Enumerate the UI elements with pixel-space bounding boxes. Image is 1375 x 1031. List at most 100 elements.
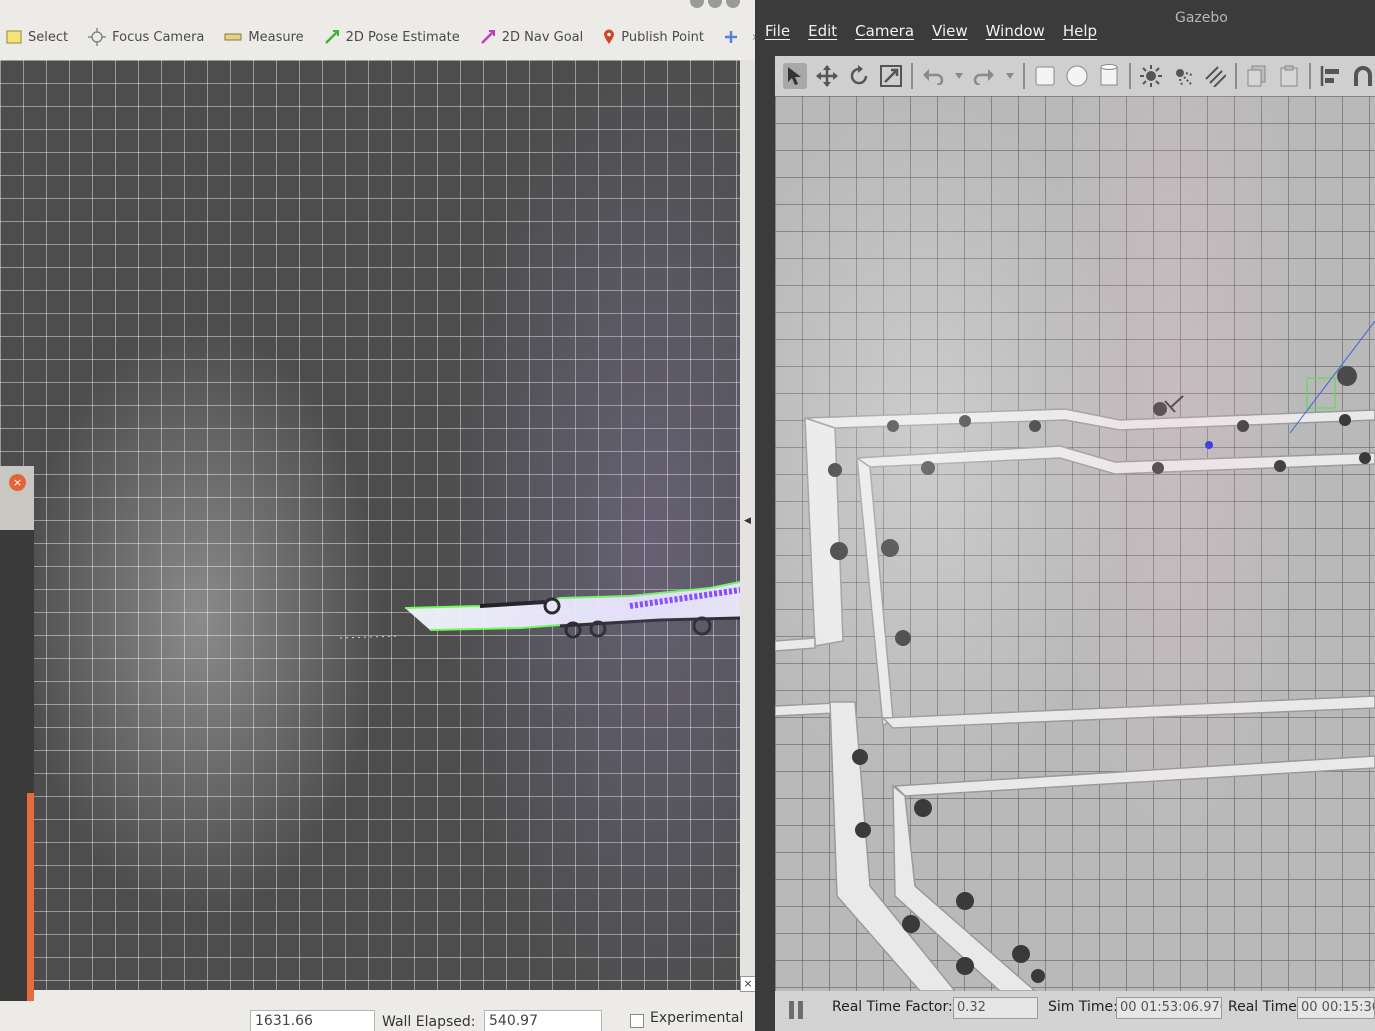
maze-world <box>775 320 1375 991</box>
tool-focus-camera[interactable]: Focus Camera <box>88 28 204 46</box>
green-arrow-icon <box>324 30 339 44</box>
rviz-window: Select Focus Camera Measure 2D Pose Esti… <box>0 0 760 1031</box>
desktop-screen: Select Focus Camera Measure 2D Pose Esti… <box>0 0 1375 1031</box>
focus-camera-icon <box>88 28 107 46</box>
rviz-toolbar: Select Focus Camera Measure 2D Pose Esti… <box>0 14 760 60</box>
menu-file[interactable]: File <box>765 22 790 40</box>
rotate-icon <box>850 65 868 85</box>
cursor-icon <box>788 67 802 85</box>
window-title: Gazebo <box>1175 10 1228 26</box>
background-window-accent <box>27 793 34 1001</box>
redo-button[interactable] <box>972 63 996 89</box>
gazebo-toolbar <box>775 56 1375 96</box>
directional-light-button[interactable] <box>1203 63 1227 89</box>
window-button[interactable] <box>690 0 704 8</box>
snap-button[interactable] <box>1351 63 1375 89</box>
copy-icon <box>1247 65 1266 87</box>
menu-bar: File Edit Camera View Window Help <box>765 22 1097 40</box>
collapse-arrow-icon[interactable]: ◀ <box>744 514 752 528</box>
tool-select-label: Select <box>28 29 69 45</box>
sim-time-label: Sim Time: <box>1048 999 1118 1015</box>
redo-icon <box>973 69 995 85</box>
insert-sphere-button[interactable] <box>1065 63 1089 89</box>
rtf-label: Real Time Factor: <box>832 999 953 1015</box>
box-icon <box>1035 66 1055 86</box>
real-time-value: 00 00:15:36. <box>1297 997 1375 1019</box>
menu-view[interactable]: View <box>932 22 968 40</box>
robot-model[interactable] <box>1337 366 1357 386</box>
rviz-3d-view[interactable] <box>0 60 740 990</box>
translate-mode-button[interactable] <box>815 63 839 89</box>
wall-elapsed-label: Wall Elapsed: <box>382 1014 476 1030</box>
toolbar-separator <box>1309 63 1311 89</box>
move-icon <box>816 65 839 87</box>
magnet-icon <box>1353 66 1372 86</box>
rtf-value: 0.32 <box>953 997 1038 1019</box>
plus-icon <box>725 31 738 43</box>
point-light-button[interactable] <box>1139 63 1163 89</box>
laser-scan-map <box>339 581 740 639</box>
align-button[interactable] <box>1319 63 1343 89</box>
tool-2d-nav-goal[interactable]: 2D Nav Goal <box>480 29 584 45</box>
screen-glare <box>0 60 740 990</box>
tool-publish-point[interactable]: Publish Point <box>603 29 704 45</box>
spot-light-button[interactable] <box>1171 63 1195 89</box>
window-button[interactable] <box>726 0 740 8</box>
window-controls <box>690 0 740 8</box>
gazebo-window: Gazebo File Edit Camera View Window Help <box>755 0 1375 1031</box>
tool-measure-label: Measure <box>248 29 304 45</box>
close-panel-button[interactable]: × <box>740 976 756 992</box>
scale-icon <box>880 65 903 87</box>
menu-edit[interactable]: Edit <box>808 22 837 40</box>
close-window-button[interactable]: × <box>9 474 26 491</box>
tool-focus-camera-label: Focus Camera <box>112 29 205 45</box>
copy-button[interactable] <box>1245 63 1269 89</box>
align-icon <box>1320 66 1339 86</box>
sphere-icon <box>1066 65 1088 87</box>
toolbar-separator <box>1235 63 1237 89</box>
paste-button[interactable] <box>1277 63 1301 89</box>
menu-window[interactable]: Window <box>986 22 1045 40</box>
tool-2d-nav-goal-label: 2D Nav Goal <box>501 29 584 45</box>
select-icon <box>6 30 22 44</box>
pink-arrow-icon <box>480 30 495 44</box>
tool-publish-point-label: Publish Point <box>621 29 705 45</box>
cylinder-icon <box>1100 64 1118 86</box>
menu-help[interactable]: Help <box>1063 22 1097 40</box>
sim-time-value: 00 01:53:06.976 <box>1116 997 1222 1019</box>
gazebo-status-bar: Real Time Factor: 0.32 Sim Time: 00 01:5… <box>775 991 1375 1031</box>
wall-elapsed-field[interactable]: 540.97 <box>484 1010 602 1031</box>
tool-measure[interactable]: Measure <box>224 29 304 45</box>
select-mode-button[interactable] <box>783 63 808 89</box>
map-pin-icon <box>604 29 615 44</box>
undo-history-dropdown[interactable] <box>953 63 964 89</box>
chevron-down-icon <box>1005 73 1014 79</box>
pause-button[interactable] <box>789 1001 803 1019</box>
ros-elapsed-field[interactable]: 1631.66 <box>250 1010 375 1031</box>
tool-select[interactable]: Select <box>6 30 68 45</box>
add-tool-button[interactable] <box>724 30 738 44</box>
undo-icon <box>922 69 944 85</box>
experimental-checkbox[interactable] <box>630 1014 644 1028</box>
ruler-icon <box>224 33 242 41</box>
sun-icon <box>1140 65 1163 87</box>
paste-icon <box>1280 65 1298 87</box>
toolbar-separator <box>1129 63 1131 89</box>
rviz-time-panel: 1631.66 Wall Elapsed: 540.97 Experimenta… <box>0 996 755 1031</box>
insert-cylinder-button[interactable] <box>1097 63 1121 89</box>
directional-light-icon <box>1205 66 1227 87</box>
menu-camera[interactable]: Camera <box>855 22 914 40</box>
undo-button[interactable] <box>921 63 945 89</box>
tool-2d-pose-estimate[interactable]: 2D Pose Estimate <box>324 29 460 45</box>
toolbar-separator <box>911 63 913 89</box>
toolbar-separator <box>1023 63 1026 89</box>
pause-icon <box>789 1001 794 1019</box>
scale-mode-button[interactable] <box>879 63 903 89</box>
gazebo-3d-scene[interactable] <box>775 96 1375 991</box>
chevron-down-icon <box>954 73 963 79</box>
redo-history-dropdown[interactable] <box>1004 63 1015 89</box>
insert-box-button[interactable] <box>1033 63 1057 89</box>
rotate-mode-button[interactable] <box>847 63 871 89</box>
experimental-label: Experimental <box>650 1010 744 1026</box>
window-button[interactable] <box>708 0 722 8</box>
